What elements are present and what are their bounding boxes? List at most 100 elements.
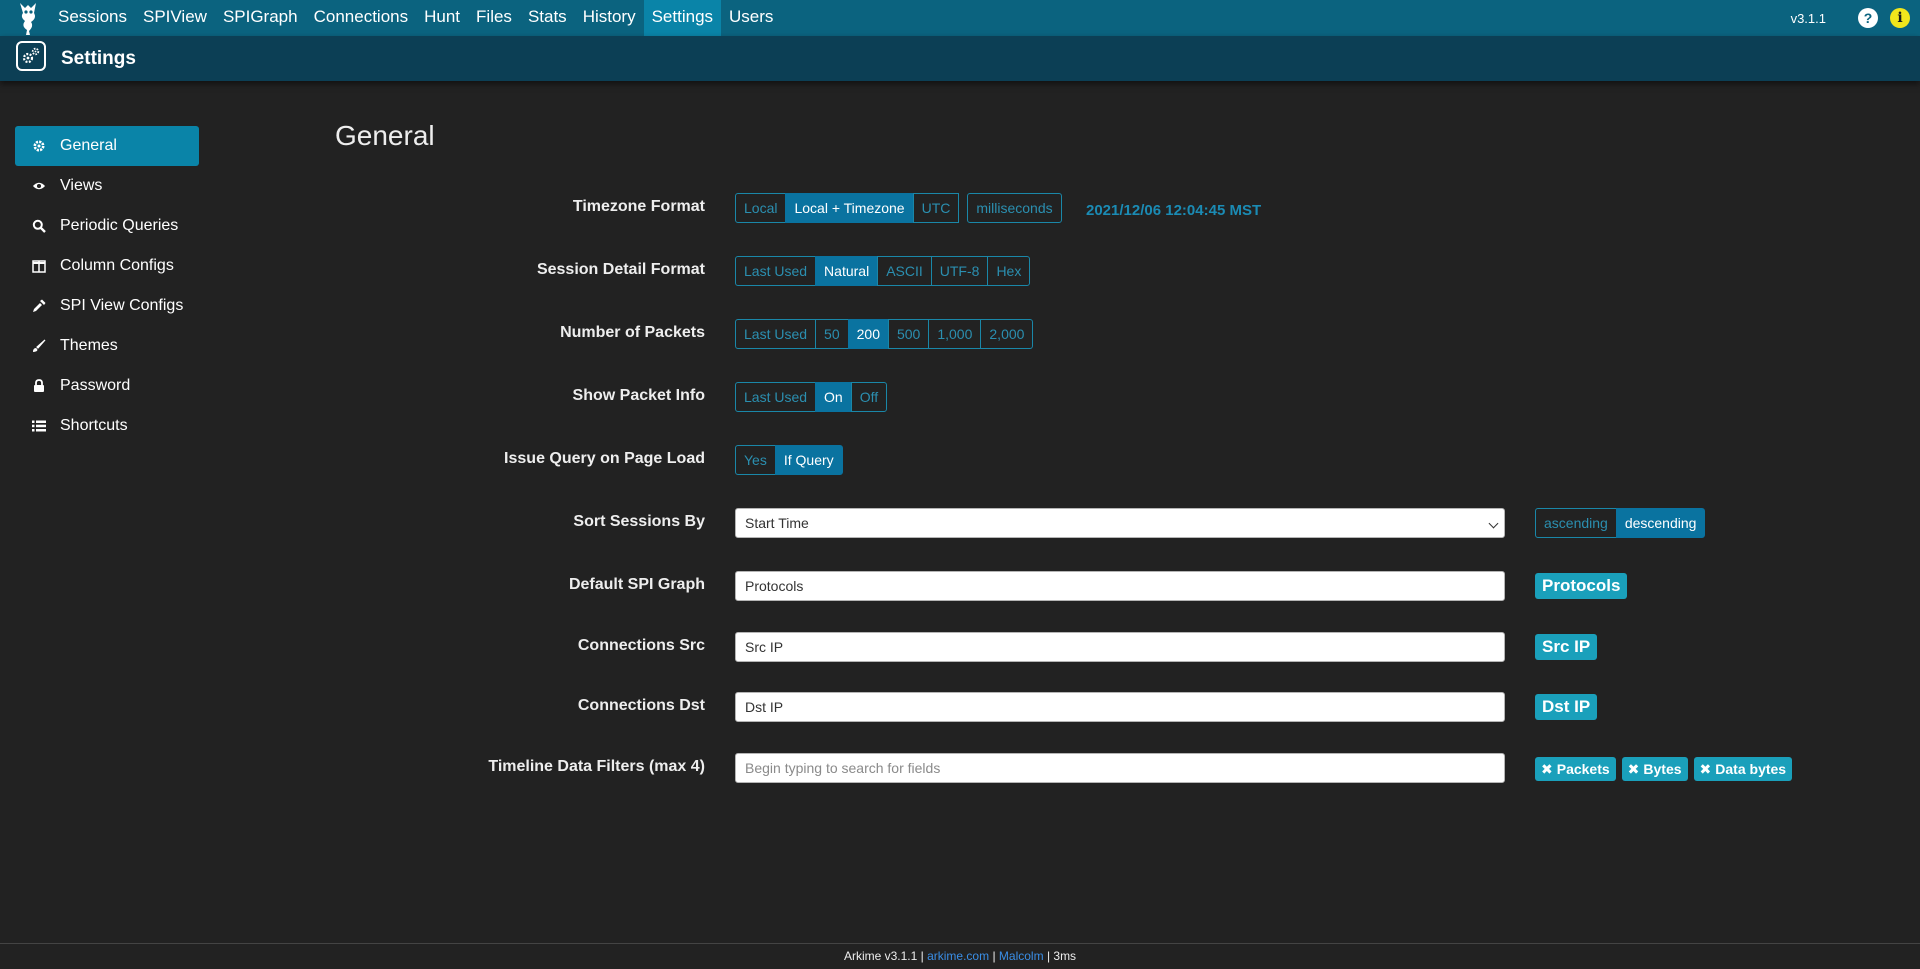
packets-option-last-used[interactable]: Last Used <box>735 319 817 349</box>
timeline-filter-chip-data-bytes[interactable]: ✖ Data bytes <box>1693 757 1793 781</box>
issue-query-option-yes[interactable]: Yes <box>735 445 776 475</box>
nav-connections[interactable]: Connections <box>306 0 417 36</box>
spi-graph-input[interactable]: Protocols <box>735 571 1505 601</box>
connections-dst-badge: Dst IP <box>1535 694 1598 720</box>
top-navbar: Sessions SPIView SPIGraph Connections Hunt Fi… <box>0 0 1920 36</box>
version-label: v3.1.1 <box>1790 10 1826 26</box>
footer-version: Arkime v3.1.1 | <box>843 949 924 963</box>
spi-graph-badge: Protocols <box>1535 573 1628 599</box>
sidebar-item-label: SPI View Configs <box>60 297 184 314</box>
packet-info-row: Show Packet Info Last Used On Off <box>0 382 1920 412</box>
spi-graph-label: Default SPI Graph <box>568 576 705 593</box>
packets-option-200[interactable]: 200 <box>847 319 889 349</box>
timezone-option-local-timezone[interactable]: Local + Timezone <box>785 193 914 223</box>
nav-sessions[interactable]: Sessions <box>50 0 135 36</box>
session-detail-option-ascii[interactable]: ASCII <box>877 256 932 286</box>
connections-dst-input[interactable]: Dst IP <box>735 692 1505 722</box>
packet-info-options: Last Used On Off <box>735 382 888 412</box>
spi-graph-row: Default SPI Graph Protocols Protocols <box>0 571 1920 601</box>
packets-label: Number of Packets <box>560 324 705 341</box>
nav-spiview[interactable]: SPIView <box>135 0 215 36</box>
session-detail-option-natural[interactable]: Natural <box>815 256 879 286</box>
issue-query-row: Issue Query on Page Load Yes If Query <box>0 445 1920 475</box>
issue-query-option-if-query[interactable]: If Query <box>774 445 843 475</box>
remove-x-icon[interactable]: ✖ <box>1700 761 1712 777</box>
nav-settings[interactable]: Settings <box>643 0 722 36</box>
sidebar-item-shortcuts[interactable]: Shortcuts <box>15 406 199 446</box>
connections-dst-row: Connections Dst Dst IP Dst IP <box>0 692 1920 722</box>
sort-order-option-descending[interactable]: descending <box>1615 508 1706 538</box>
nav-users[interactable]: Users <box>721 0 781 36</box>
nav-spigraph[interactable]: SPIGraph <box>215 0 306 36</box>
session-detail-row: Session Detail Format Last Used Natural AS… <box>0 256 1920 286</box>
sort-order-option-ascending[interactable]: ascending <box>1535 508 1617 538</box>
help-icon[interactable]: ? <box>1858 8 1878 28</box>
footer-separator: | <box>992 949 996 963</box>
packets-option-2-000[interactable]: 2,000 <box>980 319 1034 349</box>
connections-src-row: Connections Src Src IP Src IP <box>0 632 1920 662</box>
sidebar-item-label: Shortcuts <box>60 417 128 434</box>
sort-order-options: ascending descending <box>1535 508 1706 538</box>
timezone-option-utc[interactable]: UTC <box>912 193 960 223</box>
remove-x-icon[interactable]: ✖ <box>1628 761 1640 777</box>
timezone-option-local[interactable]: Local <box>735 193 787 223</box>
page-title: Settings <box>61 47 136 69</box>
nav-files[interactable]: Files <box>468 0 520 36</box>
packet-info-option-off[interactable]: Off <box>850 382 888 412</box>
connections-src-input[interactable]: Src IP <box>735 632 1505 662</box>
connections-dst-label: Connections Dst <box>577 697 705 714</box>
sort-field-value: Start Time <box>745 515 809 531</box>
sidebar-item-general[interactable]: General <box>15 126 199 166</box>
issue-query-options: Yes If Query <box>735 445 843 475</box>
arkime-owl-logo-icon[interactable] <box>6 0 50 36</box>
sort-row: Sort Sessions By Start Time ascending des… <box>0 508 1920 538</box>
timeline-filters-row: Timeline Data Filters (max 4) Begin typi… <box>0 753 1920 783</box>
timeline-filter-chips: ✖ Packets ✖ Bytes ✖ Data bytes <box>1535 757 1798 781</box>
packet-info-option-last-used[interactable]: Last Used <box>735 382 817 412</box>
timezone-options: Local Local + Timezone UTC milliseconds <box>735 193 1062 223</box>
issue-query-label: Issue Query on Page Load <box>504 450 705 467</box>
timeline-field-search-input[interactable]: Begin typing to search for fields <box>735 753 1505 783</box>
chevron-down-icon <box>1488 518 1499 529</box>
packets-option-50[interactable]: 50 <box>815 319 849 349</box>
packet-info-label: Show Packet Info <box>572 387 705 404</box>
timeline-filter-chip-packets[interactable]: ✖ Packets <box>1535 757 1616 781</box>
timeline-filter-chip-bytes[interactable]: ✖ Bytes <box>1621 757 1688 781</box>
nav-links: Sessions SPIView SPIGraph Connections Hunt Fi… <box>50 0 781 36</box>
sort-field-select[interactable]: Start Time <box>735 508 1505 538</box>
packets-option-1-000[interactable]: 1,000 <box>928 319 982 349</box>
gear-icon <box>32 139 46 153</box>
timeline-filters-label: Timeline Data Filters (max 4) <box>488 758 705 775</box>
arkime-link[interactable]: arkime.com <box>927 949 989 963</box>
settings-gears-icon <box>16 40 46 71</box>
footer: Arkime v3.1.1 | arkime.com | Malcolm | 3… <box>0 943 1920 969</box>
connections-src-badge: Src IP <box>1535 634 1598 660</box>
eyedropper-icon <box>32 299 46 313</box>
timeline-filter-chip-label: Bytes <box>1643 761 1682 777</box>
session-detail-option-hex[interactable]: Hex <box>987 256 1031 286</box>
list-icon <box>32 419 46 433</box>
timezone-row: Timezone Format Local Local + Timezone UTC… <box>0 193 1920 223</box>
info-icon[interactable]: i <box>1890 8 1910 28</box>
packets-options: Last Used 50 200 500 1,000 2,000 <box>735 319 1034 349</box>
section-title: General <box>335 120 435 151</box>
malcolm-link[interactable]: Malcolm <box>999 949 1044 963</box>
nav-stats[interactable]: Stats <box>520 0 575 36</box>
milliseconds-toggle[interactable]: milliseconds <box>967 193 1062 223</box>
current-time: 2021/12/06 12:04:45 MST <box>1086 202 1262 219</box>
page-header: Settings <box>0 36 1920 81</box>
packet-info-option-on[interactable]: On <box>815 382 852 412</box>
eye-icon <box>32 179 46 193</box>
remove-x-icon[interactable]: ✖ <box>1541 761 1553 777</box>
packets-row: Number of Packets Last Used 50 200 500 1,000… <box>0 319 1920 349</box>
timeline-filter-chip-label: Data bytes <box>1715 761 1787 777</box>
nav-hunt[interactable]: Hunt <box>416 0 468 36</box>
session-detail-option-utf-8[interactable]: UTF-8 <box>930 256 989 286</box>
nav-history[interactable]: History <box>575 0 644 36</box>
timezone-label: Timezone Format <box>572 198 705 215</box>
sort-label: Sort Sessions By <box>573 513 705 530</box>
sidebar-item-label: General <box>60 137 117 154</box>
session-detail-option-last-used[interactable]: Last Used <box>735 256 817 286</box>
packets-option-500[interactable]: 500 <box>887 319 930 349</box>
session-detail-options: Last Used Natural ASCII UTF-8 Hex <box>735 256 1031 286</box>
